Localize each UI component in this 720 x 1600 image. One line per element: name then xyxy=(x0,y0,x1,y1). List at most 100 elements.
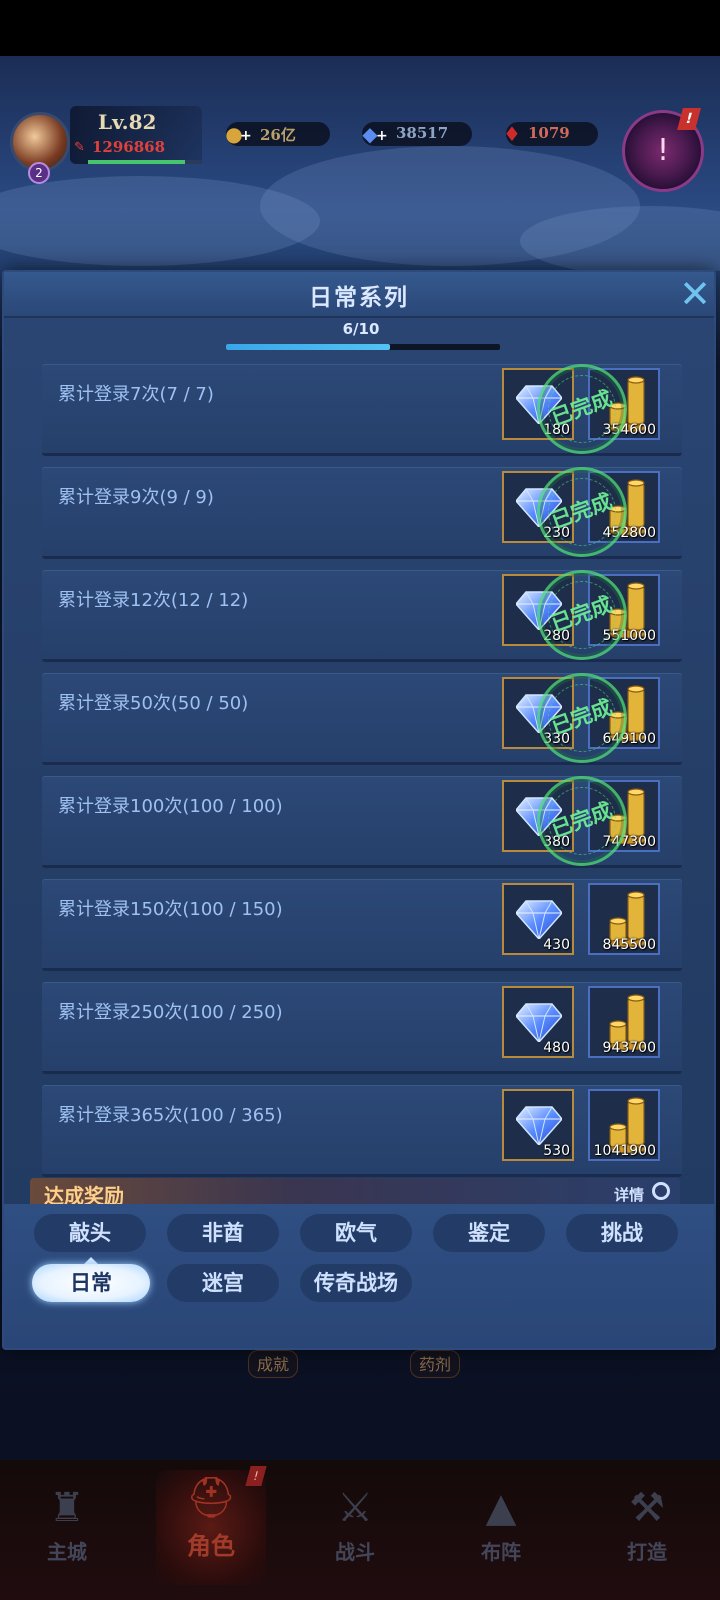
tab-jianding[interactable]: 鉴定 xyxy=(433,1214,545,1252)
task-label: 累计登录250次(100 / 250) xyxy=(58,1002,283,1023)
task-label: 累计登录9次(9 / 9) xyxy=(58,487,214,508)
top-hud: 2 Lv.82 ✎ 1296868 ● + 26亿 ◆ + 38517 ♦ 10… xyxy=(0,100,720,192)
gold-reward[interactable]: 943700 xyxy=(588,986,660,1058)
achievement-banner: 达成奖励 详情 xyxy=(30,1178,680,1204)
reward-amount: 354600 xyxy=(602,422,656,438)
tab-ouqi[interactable]: 欧气 xyxy=(300,1214,412,1252)
task-row[interactable]: 累计登录150次(100 / 150) 430 845500 xyxy=(42,879,682,971)
player-level: Lv.82 xyxy=(98,110,157,134)
diamond-icon xyxy=(515,384,563,426)
reward-amount: 747300 xyxy=(602,834,656,850)
reward-amount: 1041900 xyxy=(593,1143,656,1159)
power-icon: ✎ xyxy=(74,140,85,155)
task-label: 累计登录12次(12 / 12) xyxy=(58,590,249,611)
tab-qiaotou[interactable]: 敲头 xyxy=(34,1214,146,1264)
task-row[interactable]: 累计登录50次(50 / 50) 330 649100 已完成 xyxy=(42,660,682,776)
gold-reward[interactable]: 551000 xyxy=(588,574,660,646)
reward-amount: 180 xyxy=(543,422,570,438)
ruby-amount: 1079 xyxy=(528,124,570,142)
diamond-reward[interactable]: 430 xyxy=(502,883,574,955)
reward-amount: 230 xyxy=(543,525,570,541)
gold-reward[interactable]: 354600 xyxy=(588,368,660,440)
series-progress-text: 6/10 xyxy=(342,320,380,338)
nav-formation[interactable]: ▲ 布阵 xyxy=(446,1480,556,1580)
gold-reward[interactable]: 845500 xyxy=(588,883,660,955)
daily-series-dialog: 日常系列 ✕ 6/10 累计登录7次(7 / 7) 180 354600 已完成 累计登… xyxy=(2,270,716,1350)
nav-battle[interactable]: ⚔ 战斗 xyxy=(300,1480,410,1580)
diamond-reward[interactable]: 480 xyxy=(502,986,574,1058)
tab-maze[interactable]: 迷宫 xyxy=(167,1264,279,1302)
task-label: 累计登录100次(100 / 100) xyxy=(58,796,283,817)
nav-character[interactable]: ⛑ 角色 ! xyxy=(156,1466,267,1585)
background-tags: 成就 药剂 xyxy=(0,1350,720,1380)
achievement-title: 达成奖励 xyxy=(44,1184,124,1204)
achievement-tag[interactable]: 成就 xyxy=(248,1350,299,1378)
nav-label: 布阵 xyxy=(481,1540,521,1564)
gold-reward[interactable]: 452800 xyxy=(588,471,660,543)
diamond-icon xyxy=(515,796,563,838)
diamond-reward[interactable]: 380 xyxy=(502,780,574,852)
tab-feiqiu[interactable]: 非酋 xyxy=(167,1214,279,1252)
diamond-icon xyxy=(515,487,563,529)
gold-reward[interactable]: 1041900 xyxy=(588,1089,660,1161)
task-row[interactable]: 累计登录9次(9 / 9) 230 452800 已完成 xyxy=(42,454,682,570)
reward-amount: 943700 xyxy=(602,1040,656,1056)
tab-tiaozhan[interactable]: 挑战 xyxy=(566,1214,678,1252)
diamond-reward[interactable]: 330 xyxy=(502,677,574,749)
level-progress-bar xyxy=(88,160,202,164)
avatar-badge: 2 xyxy=(28,162,50,184)
gold-amount: 26亿 xyxy=(260,126,296,144)
nav-label: 角色 xyxy=(187,1531,235,1560)
diamond-amount: 38517 xyxy=(396,124,449,142)
anvil-icon: ⚒ xyxy=(629,1485,665,1531)
magnifier-icon[interactable] xyxy=(652,1182,670,1200)
dialog-title: 日常系列 xyxy=(309,284,409,311)
gold-reward[interactable]: 747300 xyxy=(588,780,660,852)
reward-amount: 845500 xyxy=(602,937,656,953)
reward-amount: 530 xyxy=(543,1143,570,1159)
reward-amount: 551000 xyxy=(602,628,656,644)
details-link[interactable]: 详情 xyxy=(614,1184,644,1204)
add-gold-icon[interactable]: + xyxy=(240,128,252,144)
nav-label: 打造 xyxy=(627,1540,667,1564)
combat-power: 1296868 xyxy=(92,138,166,156)
tab-daily[interactable]: 日常 xyxy=(32,1264,150,1302)
tab-legend-battlefield[interactable]: 传奇战场 xyxy=(300,1264,412,1302)
bottom-nav: ♜ 主城 ⛑ 角色 ! ⚔ 战斗 ▲ 布阵 ⚒ 打造 xyxy=(0,1460,720,1600)
reward-amount: 280 xyxy=(543,628,570,644)
gold-currency[interactable]: ● + 26亿 xyxy=(225,122,330,146)
potion-tag[interactable]: 药剂 xyxy=(410,1350,461,1378)
gold-reward[interactable]: 649100 xyxy=(588,677,660,749)
diamond-reward[interactable]: 230 xyxy=(502,471,574,543)
nav-forge[interactable]: ⚒ 打造 xyxy=(592,1480,702,1580)
reward-amount: 480 xyxy=(543,1040,570,1056)
task-row[interactable]: 累计登录7次(7 / 7) 180 354600 已完成 xyxy=(42,351,682,467)
diamond-icon xyxy=(515,1105,563,1147)
diamond-reward[interactable]: 180 xyxy=(502,368,574,440)
task-label: 累计登录150次(100 / 150) xyxy=(58,899,283,920)
dialog-header: 日常系列 ✕ xyxy=(4,272,714,318)
task-label: 累计登录7次(7 / 7) xyxy=(58,384,214,405)
diamond-reward[interactable]: 280 xyxy=(502,574,574,646)
task-label: 累计登录50次(50 / 50) xyxy=(58,693,249,714)
task-row[interactable]: 累计登录365次(100 / 365) 530 1041900 xyxy=(42,1085,682,1177)
task-row[interactable]: 累计登录12次(12 / 12) 280 551000 已完成 xyxy=(42,557,682,673)
level-panel: Lv.82 ✎ 1296868 xyxy=(70,106,202,164)
formation-icon: ▲ xyxy=(485,1485,517,1531)
nav-label: 主城 xyxy=(47,1540,87,1564)
diamond-icon xyxy=(515,899,563,941)
add-diamond-icon[interactable]: + xyxy=(376,128,388,144)
close-button[interactable]: ✕ xyxy=(676,274,714,314)
task-row[interactable]: 累计登录100次(100 / 100) 380 747300 已完成 xyxy=(42,763,682,879)
nav-label: 战斗 xyxy=(335,1540,375,1564)
alert-badge-icon: ! xyxy=(677,108,701,130)
diamond-currency[interactable]: ◆ + 38517 xyxy=(362,122,472,146)
nav-main-city[interactable]: ♜ 主城 xyxy=(12,1480,122,1580)
castle-icon: ♜ xyxy=(49,1485,85,1531)
ruby-currency[interactable]: ♦ 1079 xyxy=(503,122,598,146)
ruby-icon: ♦ xyxy=(503,122,521,146)
task-row[interactable]: 累计登录250次(100 / 250) 480 943700 xyxy=(42,982,682,1074)
category-tabs: 敲头 非酋 欧气 鉴定 挑战 日常 迷宫 传奇战场 xyxy=(4,1204,714,1348)
diamond-reward[interactable]: 530 xyxy=(502,1089,574,1161)
diamond-icon xyxy=(515,693,563,735)
